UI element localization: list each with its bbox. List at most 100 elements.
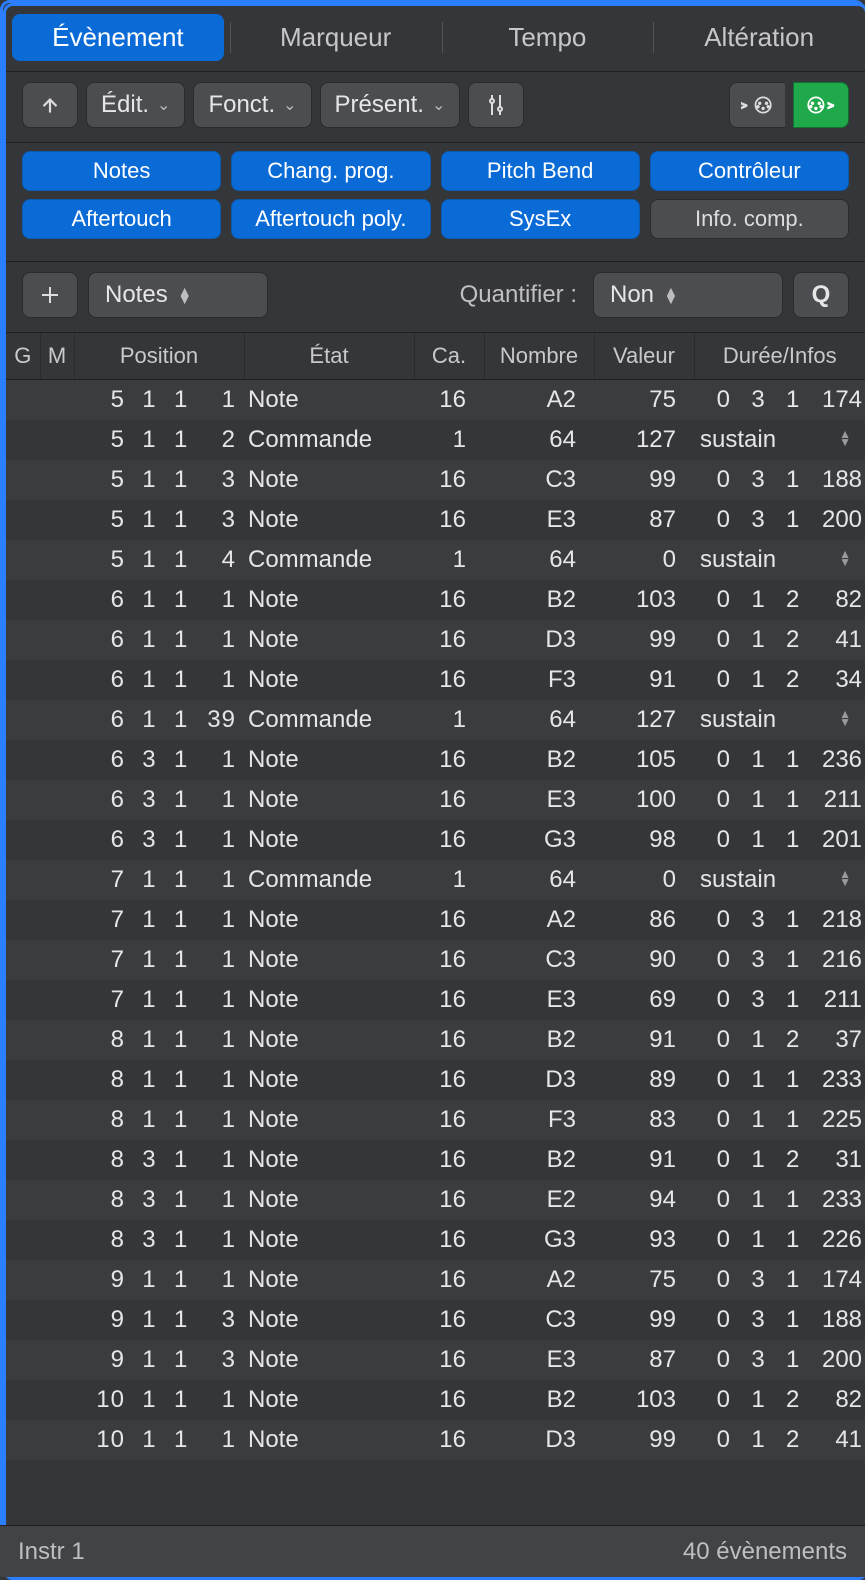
cell-dur[interactable]: 0 1 1 201 [694,820,865,860]
cell-ca[interactable]: 16 [414,820,484,860]
table-row[interactable]: 5 1 1 4Commande1640sustain▲▼ [6,540,865,580]
filter-sysex[interactable]: SysEx [441,199,640,239]
cell-etat[interactable]: Note [244,1100,414,1140]
cell-num[interactable]: A2 [484,1260,594,1300]
cell-pos[interactable]: 6 1 1 1 [74,660,244,700]
cell-ca[interactable]: 16 [414,1260,484,1300]
cell-g[interactable] [6,780,40,820]
table-row[interactable]: 7 1 1 1Note16A2860 3 1 218 [6,900,865,940]
cell-etat[interactable]: Note [244,940,414,980]
cell-g[interactable] [6,380,40,421]
cell-etat[interactable]: Note [244,1260,414,1300]
cell-ca[interactable]: 1 [414,420,484,460]
cell-g[interactable] [6,860,40,900]
cell-pos[interactable]: 6 1 1 1 [74,620,244,660]
cell-ca[interactable]: 1 [414,540,484,580]
cell-etat[interactable]: Commande [244,420,414,460]
midi-in-button[interactable]: > [729,82,785,128]
cell-ca[interactable]: 16 [414,1380,484,1420]
cell-m[interactable] [40,1420,74,1460]
cell-pos[interactable]: 5 1 1 1 [74,380,244,421]
cell-m[interactable] [40,620,74,660]
cell-num[interactable]: A2 [484,900,594,940]
table-row[interactable]: 9 1 1 3Note16C3990 3 1 188 [6,1300,865,1340]
table-row[interactable]: 5 1 1 3Note16E3870 3 1 200 [6,500,865,540]
tab-tempo[interactable]: Tempo [442,14,654,61]
cell-num[interactable]: B2 [484,1020,594,1060]
cell-m[interactable] [40,420,74,460]
cell-dur[interactable]: 0 3 1 188 [694,1300,865,1340]
cell-g[interactable] [6,580,40,620]
cell-m[interactable] [40,1060,74,1100]
quantize-button[interactable]: Q [793,272,849,318]
cell-ca[interactable]: 16 [414,1100,484,1140]
cell-dur[interactable]: 0 3 1 211 [694,980,865,1020]
cell-ca[interactable]: 1 [414,700,484,740]
cell-pos[interactable]: 9 1 1 3 [74,1340,244,1380]
cell-g[interactable] [6,1100,40,1140]
cell-ca[interactable]: 16 [414,1140,484,1180]
cell-dur[interactable]: 0 1 1 233 [694,1060,865,1100]
cell-m[interactable] [40,500,74,540]
filter-controller[interactable]: Contrôleur [650,151,849,191]
cell-g[interactable] [6,1260,40,1300]
cell-pos[interactable]: 6 3 1 1 [74,820,244,860]
cell-num[interactable]: E3 [484,980,594,1020]
cell-g[interactable] [6,1420,40,1460]
filter-progchange[interactable]: Chang. prog. [231,151,430,191]
cell-g[interactable] [6,660,40,700]
cell-num[interactable]: G3 [484,1220,594,1260]
cell-num[interactable]: E3 [484,1340,594,1380]
cell-pos[interactable]: 5 1 1 4 [74,540,244,580]
cell-etat[interactable]: Note [244,1020,414,1060]
cell-num[interactable]: B2 [484,1140,594,1180]
cell-g[interactable] [6,700,40,740]
cell-ca[interactable]: 16 [414,900,484,940]
cell-num[interactable]: C3 [484,460,594,500]
cell-m[interactable] [40,1380,74,1420]
quantize-select[interactable]: Non ▲▼ [593,272,783,318]
cell-val[interactable]: 90 [594,940,694,980]
cell-ca[interactable]: 16 [414,1420,484,1460]
cell-val[interactable]: 94 [594,1180,694,1220]
cell-g[interactable] [6,1140,40,1180]
table-row[interactable]: 8 3 1 1Note16G3930 1 1 226 [6,1220,865,1260]
table-row[interactable]: 9 1 1 3Note16E3870 3 1 200 [6,1340,865,1380]
cell-g[interactable] [6,1020,40,1060]
cell-pos[interactable]: 7 1 1 1 [74,980,244,1020]
cell-g[interactable] [6,1180,40,1220]
cell-g[interactable] [6,460,40,500]
cell-dur[interactable]: 0 1 2 37 [694,1020,865,1060]
cell-m[interactable] [40,860,74,900]
cell-ca[interactable]: 16 [414,1340,484,1380]
cell-val[interactable]: 105 [594,740,694,780]
cell-pos[interactable]: 8 1 1 1 [74,1060,244,1100]
cell-g[interactable] [6,1340,40,1380]
tab-alter[interactable]: Altération [653,14,865,61]
cell-pos[interactable]: 7 1 1 1 [74,900,244,940]
table-row[interactable]: 5 1 1 2Commande164127sustain▲▼ [6,420,865,460]
cell-num[interactable]: E2 [484,1180,594,1220]
table-row[interactable]: 8 1 1 1Note16D3890 1 1 233 [6,1060,865,1100]
cell-ca[interactable]: 16 [414,620,484,660]
cell-val[interactable]: 100 [594,780,694,820]
cell-g[interactable] [6,1220,40,1260]
cell-g[interactable] [6,420,40,460]
cell-ca[interactable]: 16 [414,740,484,780]
cell-dur[interactable]: 0 3 1 200 [694,500,865,540]
cell-etat[interactable]: Note [244,660,414,700]
cell-pos[interactable]: 6 1 1 1 [74,580,244,620]
cell-etat[interactable]: Note [244,460,414,500]
cell-dur[interactable]: 0 3 1 174 [694,380,865,421]
cell-val[interactable]: 86 [594,900,694,940]
cell-dur[interactable]: 0 1 1 226 [694,1220,865,1260]
cell-etat[interactable]: Note [244,1180,414,1220]
cell-m[interactable] [40,580,74,620]
tab-event[interactable]: Évènement [12,14,224,61]
cell-etat[interactable]: Note [244,620,414,660]
cell-dur[interactable]: 0 1 2 82 [694,1380,865,1420]
cell-pos[interactable]: 6 3 1 1 [74,780,244,820]
presentation-menu[interactable]: Présent. ⌄ [320,82,461,128]
cell-dur[interactable]: 0 3 1 188 [694,460,865,500]
cell-etat[interactable]: Note [244,980,414,1020]
